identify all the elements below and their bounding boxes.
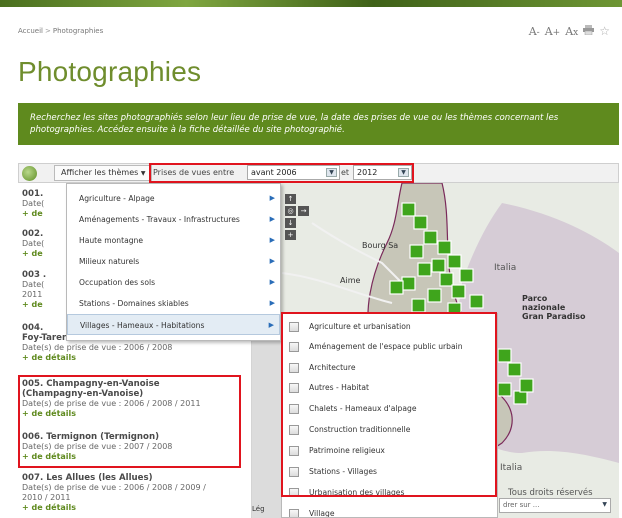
chevron-down-icon: ▼ — [602, 501, 607, 508]
highlight-items-5-6 — [18, 375, 241, 468]
refresh-icon[interactable] — [22, 166, 37, 181]
chevron-right-icon: ▶ — [269, 278, 275, 286]
text-size-medium-button[interactable]: A+ — [545, 25, 561, 38]
map-label-parco: Parco — [522, 294, 548, 303]
submenu-item[interactable]: Village — [282, 504, 497, 517]
intro-banner: Recherchez les sites photographiés selon… — [18, 103, 619, 145]
chevron-right-icon: ▶ — [269, 194, 275, 202]
zoom-in-icon[interactable]: + — [285, 230, 296, 240]
chevron-down-icon: ▼ — [140, 170, 146, 177]
breadcrumb-home[interactable]: Accueil — [18, 27, 43, 35]
menu-item-milieux-naturels[interactable]: Milieux naturels ▶ — [67, 251, 280, 272]
star-icon[interactable]: ☆ — [599, 24, 610, 38]
menu-item-stations[interactable]: Stations - Domaines skiables ▶ — [67, 293, 280, 314]
map-filter-select[interactable]: drer sur ... ▼ — [499, 498, 611, 513]
page-tools: A- A+ Ax ☆ — [529, 24, 610, 38]
page-title: Photographies — [18, 56, 202, 87]
map-filter-value: drer sur ... — [503, 501, 540, 509]
map-label-bourg: Bourg Sa — [362, 241, 398, 250]
text-size-small-button[interactable]: A- — [529, 25, 540, 38]
menu-item-villages[interactable]: Villages - Hameaux - Habitations ▶ — [67, 314, 280, 335]
chevron-right-icon: ▶ — [269, 215, 275, 223]
chevron-right-icon: ▶ — [268, 321, 274, 329]
map-label-nazionale: nazionale — [522, 303, 566, 312]
checkbox[interactable] — [289, 509, 299, 517]
menu-item-occupation-sols[interactable]: Occupation des sols ▶ — [67, 272, 280, 293]
details-link[interactable]: + de détails — [22, 353, 252, 363]
chevron-right-icon: ▶ — [269, 299, 275, 307]
menu-item-amenagements[interactable]: Aménagements - Travaux - Infrastructures… — [67, 209, 280, 230]
print-icon[interactable] — [583, 24, 595, 38]
map-copyright: Tous droits réservés — [507, 487, 593, 498]
details-link[interactable]: + de détails — [22, 503, 252, 513]
top-banner — [0, 0, 622, 7]
pan-right-icon[interactable]: → — [298, 206, 309, 216]
pan-up-icon[interactable]: ↑ — [285, 194, 296, 204]
pan-down-icon[interactable]: ↓ — [285, 218, 296, 228]
breadcrumb: Accueil > Photographies — [18, 27, 103, 35]
chevron-right-icon: ▶ — [269, 236, 275, 244]
map-label-italia-south: Italia — [500, 463, 522, 473]
show-themes-label: Afficher les thèmes — [61, 168, 139, 177]
breadcrumb-separator: > — [45, 27, 51, 35]
zoom-reset-icon[interactable]: ◎ — [285, 206, 296, 216]
map-zoom-controls: ↑ ◎ ↓ + — [285, 194, 296, 242]
date-filter-highlight — [149, 163, 414, 183]
submenu-highlight — [281, 312, 497, 497]
chevron-right-icon: ▶ — [269, 257, 275, 265]
map-legend-label: Lég — [252, 505, 265, 513]
map-label-italia: Italia — [494, 263, 516, 273]
menu-item-agriculture[interactable]: Agriculture - Alpage ▶ — [67, 188, 280, 209]
themes-menu: Agriculture - Alpage ▶ Aménagements - Tra… — [66, 183, 281, 341]
text-size-large-button[interactable]: Ax — [565, 25, 578, 38]
menu-item-haute-montagne[interactable]: Haute montagne ▶ — [67, 230, 280, 251]
map-label-aime: Aime — [340, 276, 360, 285]
show-themes-button[interactable]: Afficher les thèmes ▼ — [54, 165, 153, 181]
map-label-gran-paradiso: Gran Paradiso — [522, 312, 586, 321]
list-item[interactable]: 007. Les Allues (les Allues) Date(s) de … — [22, 473, 252, 513]
breadcrumb-current: Photographies — [52, 27, 104, 35]
